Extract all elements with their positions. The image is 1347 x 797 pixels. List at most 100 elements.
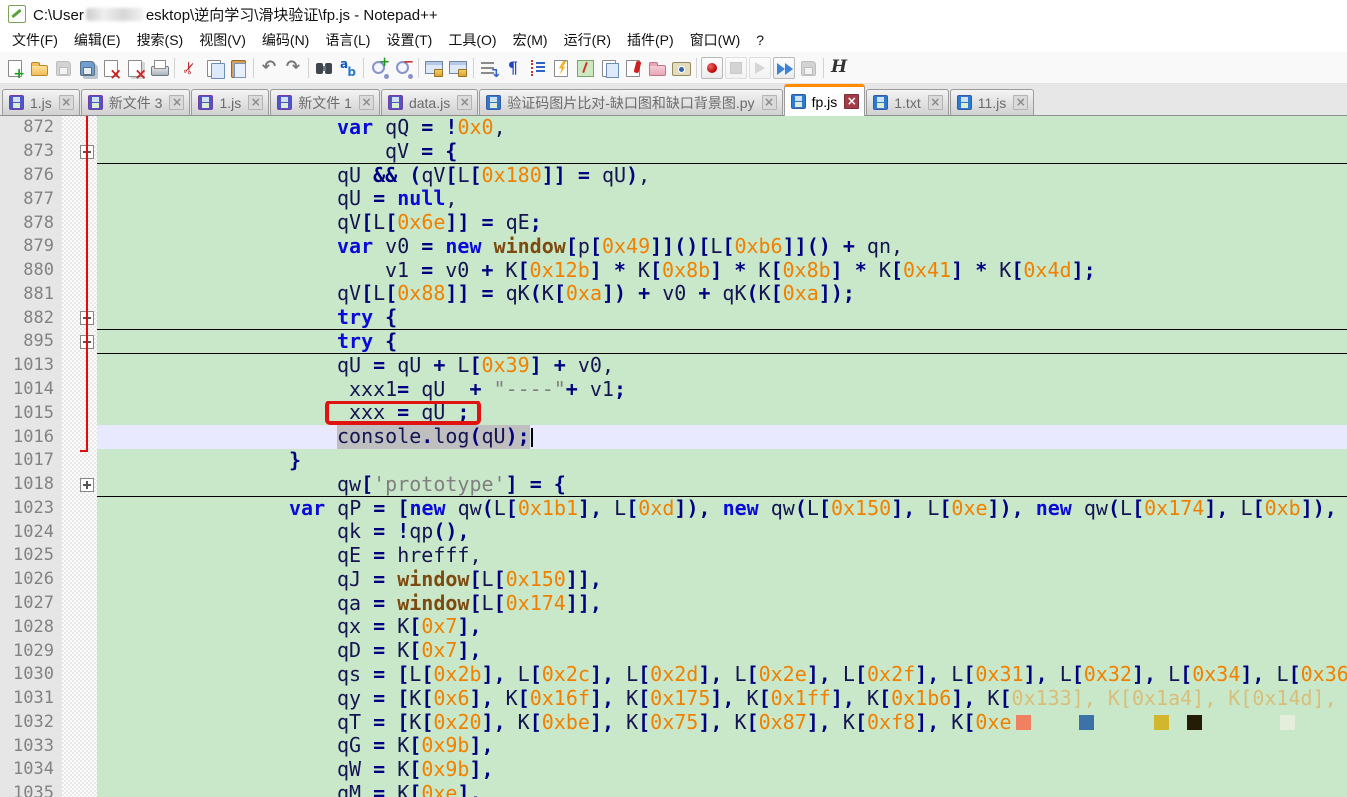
fold-gutter[interactable] [62, 592, 97, 616]
find-icon[interactable] [313, 57, 335, 79]
tab-fp.js[interactable]: fp.js× [784, 84, 866, 116]
menu-item-3[interactable]: 视图(V) [191, 28, 254, 52]
line-number[interactable]: 1031 [0, 687, 62, 711]
fold-gutter[interactable] [62, 354, 97, 378]
menu-item-5[interactable]: 语言(L) [317, 28, 378, 52]
macro-record-icon[interactable] [701, 57, 723, 79]
menu-item-0[interactable]: 文件(F) [4, 28, 66, 52]
fold-gutter[interactable] [62, 639, 97, 663]
menu-item-7[interactable]: 工具(O) [440, 28, 504, 52]
tab-1.txt[interactable]: 1.txt× [866, 89, 948, 115]
cut-icon[interactable] [179, 57, 201, 79]
code-line[interactable]: xxx = qU ; [97, 401, 1347, 425]
fold-gutter[interactable] [62, 401, 97, 425]
line-number[interactable]: 1018 [0, 473, 62, 497]
menu-item-11[interactable]: 窗口(W) [682, 28, 749, 52]
line-number[interactable]: 1028 [0, 615, 62, 639]
code-line[interactable]: qG = K[0x9b], [97, 734, 1347, 758]
line-number[interactable]: 873 [0, 140, 62, 164]
close-tab-icon[interactable]: × [248, 95, 263, 110]
fold-gutter[interactable] [62, 544, 97, 568]
line-number[interactable]: 1033 [0, 734, 62, 758]
code-line[interactable]: xxx1= qU + "----"+ v1; [97, 378, 1347, 402]
zoom-in-icon[interactable] [368, 57, 390, 79]
code-line[interactable]: v1 = v0 + K[0x12b] * K[0x8b] * K[0x8b] *… [97, 259, 1347, 283]
line-number[interactable]: 895 [0, 330, 62, 354]
fold-gutter[interactable] [62, 449, 97, 473]
code-line[interactable]: qk = !qp(), [97, 520, 1347, 544]
line-number[interactable]: 1024 [0, 520, 62, 544]
line-number[interactable]: 1013 [0, 354, 62, 378]
menu-item-8[interactable]: 宏(M) [505, 28, 556, 52]
menu-item-10[interactable]: 插件(P) [619, 28, 682, 52]
code-line[interactable]: try { [97, 306, 1347, 330]
close-tab-icon[interactable]: × [844, 94, 859, 109]
line-number[interactable]: 1027 [0, 592, 62, 616]
paste-icon[interactable] [227, 57, 249, 79]
fold-gutter[interactable] [62, 615, 97, 639]
save-all-icon[interactable] [76, 57, 98, 79]
code-line[interactable]: qy = [K[0x6], K[0x16f], K[0x175], K[0x1f… [97, 687, 1347, 711]
fold-gutter[interactable] [62, 687, 97, 711]
line-number[interactable]: 1023 [0, 497, 62, 521]
close-tab-icon[interactable]: × [457, 95, 472, 110]
sync-horizontal-scroll-icon[interactable] [447, 57, 469, 79]
fold-gutter[interactable] [62, 568, 97, 592]
tab-11.js[interactable]: 11.js× [950, 89, 1035, 115]
fold-gutter[interactable] [62, 711, 97, 735]
fold-gutter[interactable] [62, 282, 97, 306]
code-line[interactable]: qx = K[0x7], [97, 615, 1347, 639]
line-number[interactable]: 881 [0, 282, 62, 306]
close-tab-icon[interactable]: × [762, 95, 777, 110]
code-line[interactable]: qJ = window[L[0x150]], [97, 568, 1347, 592]
sync-vertical-scroll-icon[interactable] [423, 57, 445, 79]
line-number[interactable]: 1029 [0, 639, 62, 663]
line-number[interactable]: 872 [0, 116, 62, 140]
undo-icon[interactable] [258, 57, 280, 79]
new-file-icon[interactable] [4, 57, 26, 79]
line-number[interactable]: 882 [0, 306, 62, 330]
fold-gutter[interactable] [62, 187, 97, 211]
code-line[interactable]: console.log(qU); [97, 425, 1347, 449]
function-completion-icon[interactable] [550, 57, 572, 79]
code-line[interactable]: qE = hrefff, [97, 544, 1347, 568]
fold-gutter[interactable] [62, 782, 97, 797]
tab-新文件 1[interactable]: 新文件 1× [270, 89, 380, 115]
code-line[interactable]: qa = window[L[0x174]], [97, 592, 1347, 616]
code-line[interactable]: var qP = [new qw(L[0x1b1], L[0xd]), new … [97, 497, 1347, 521]
indent-guide-icon[interactable] [526, 57, 548, 79]
menu-item-6[interactable]: 设置(T) [378, 28, 440, 52]
code-line[interactable]: qV[L[0x88]] = qK(K[0xa]) + v0 + qK(K[0xa… [97, 282, 1347, 306]
fold-gutter[interactable] [62, 116, 97, 140]
fold-gutter[interactable] [62, 758, 97, 782]
tab-验证码图片比对-缺口图和缺口背景图.py[interactable]: 验证码图片比对-缺口图和缺口背景图.py× [479, 89, 782, 115]
code-line[interactable]: qT = [K[0x20], K[0xbe], K[0x75], K[0x87]… [97, 711, 1347, 735]
code-line[interactable]: qV = { [97, 140, 1347, 164]
line-number[interactable]: 1035 [0, 782, 62, 797]
fold-gutter[interactable] [62, 663, 97, 687]
code-line[interactable]: var v0 = new window[p[0x49]]()[L[0xb6]](… [97, 235, 1347, 259]
line-number[interactable]: 1015 [0, 401, 62, 425]
line-number[interactable]: 877 [0, 187, 62, 211]
code-line[interactable]: qM = K[0xe], [97, 782, 1347, 797]
code-line[interactable]: qw['prototype'] = { [97, 473, 1347, 497]
close-all-icon[interactable] [124, 57, 146, 79]
tab-1.js[interactable]: 1.js× [191, 89, 269, 115]
line-number[interactable]: 1034 [0, 758, 62, 782]
replace-icon[interactable] [337, 57, 359, 79]
fold-gutter[interactable] [62, 497, 97, 521]
fold-gutter[interactable] [62, 211, 97, 235]
line-number[interactable]: 1030 [0, 663, 62, 687]
line-number[interactable]: 1025 [0, 544, 62, 568]
show-all-characters-icon[interactable] [502, 57, 524, 79]
close-tab-icon[interactable]: × [59, 95, 74, 110]
open-file-icon[interactable] [28, 57, 50, 79]
code-line[interactable]: qs = [L[0x2b], L[0x2c], L[0x2d], L[0x2e]… [97, 663, 1347, 687]
tab-新文件 3[interactable]: 新文件 3× [81, 89, 191, 115]
menu-item-2[interactable]: 搜索(S) [129, 28, 192, 52]
print-icon[interactable] [148, 57, 170, 79]
line-number[interactable]: 1014 [0, 378, 62, 402]
line-number[interactable]: 878 [0, 211, 62, 235]
close-tab-icon[interactable]: × [169, 95, 184, 110]
fold-gutter[interactable] [62, 306, 97, 330]
